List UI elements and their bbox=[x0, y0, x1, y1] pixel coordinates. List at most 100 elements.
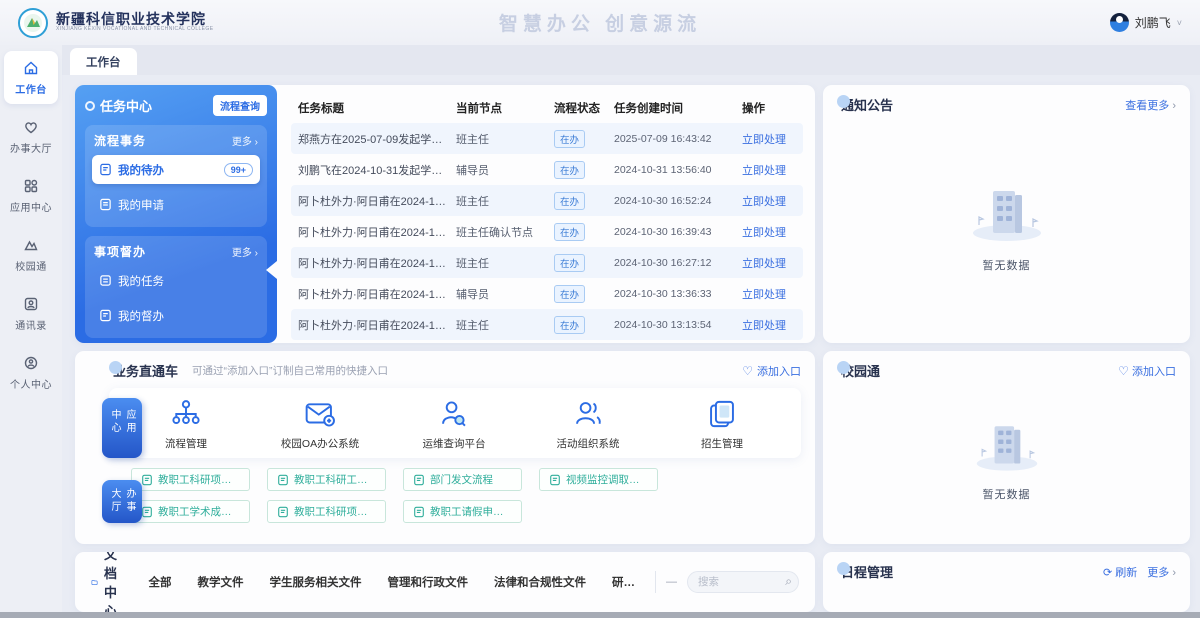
doc-tab[interactable]: 研… bbox=[612, 568, 635, 596]
service-shortcut-button[interactable]: 视频监控调取… bbox=[539, 468, 658, 491]
task-time: 2024-10-30 16:27:12 bbox=[614, 257, 732, 269]
doc-tab[interactable]: 管理和行政文件 bbox=[388, 568, 469, 596]
handle-now-link[interactable]: 立即处理 bbox=[742, 193, 796, 209]
tab-workbench[interactable]: 工作台 bbox=[70, 48, 137, 75]
sidebar-item-label: 个人中心 bbox=[10, 376, 52, 391]
sidebar-item-app-center[interactable]: 应用中心 bbox=[4, 169, 58, 222]
handle-now-link[interactable]: 立即处理 bbox=[742, 224, 796, 240]
refresh-icon: ⟳ bbox=[1103, 567, 1112, 579]
add-entry-link[interactable]: ♡ 添加入口 bbox=[1118, 363, 1176, 379]
app-header: 新疆科信职业技术学院 XINJIANG KEXIN VOCATIONAL AND… bbox=[0, 0, 1200, 45]
active-item-pointer bbox=[266, 261, 277, 279]
task-title: 刘鹏飞在2024-10-31发起学生请假审批 bbox=[298, 162, 446, 178]
service-hall-vertical-tab[interactable]: 办事大厅 bbox=[102, 480, 142, 523]
task-title: 阿卜杜外力·阿日甫在2024-10-30发起学生请假… bbox=[298, 286, 446, 302]
app-center-vertical-tab[interactable]: 应用中心 bbox=[102, 398, 142, 458]
app-ops-query[interactable]: 运维查询平台 bbox=[411, 397, 497, 451]
add-entry-link[interactable]: ♡ 添加入口 bbox=[742, 363, 801, 379]
sidebar-item-workbench[interactable]: 工作台 bbox=[4, 51, 58, 104]
status-badge: 在办 bbox=[554, 192, 585, 210]
task-node: 班主任 bbox=[456, 255, 544, 271]
task-time: 2024-10-30 13:13:54 bbox=[614, 319, 732, 331]
empty-text: 暂无数据 bbox=[983, 486, 1031, 502]
doc-center-title: 文档中心 bbox=[91, 552, 129, 612]
handle-now-link[interactable]: 立即处理 bbox=[742, 131, 796, 147]
main-content: 任务中心 流程查询 流程事务 更多 › 我的待办 99+ bbox=[62, 75, 1200, 612]
campus-panel: 校园通 ♡ 添加入口 暂无数据 bbox=[823, 351, 1190, 544]
handle-now-link[interactable]: 立即处理 bbox=[742, 255, 796, 271]
business-express-subtitle: 可通过“添加入口”订制自己常用的快捷入口 bbox=[192, 363, 388, 378]
search-input[interactable] bbox=[687, 571, 799, 593]
doc-flag-icon bbox=[99, 309, 112, 322]
mail-icon bbox=[303, 397, 337, 431]
task-time: 2024-10-30 16:39:43 bbox=[614, 226, 732, 238]
sidebar-nav: 工作台 办事大厅 应用中心 校园通 通讯录 个人中心 bbox=[0, 45, 62, 612]
sidebar-item-label: 通讯录 bbox=[15, 317, 47, 332]
my-supervision-item[interactable]: 我的督办 bbox=[92, 301, 260, 330]
task-time: 2024-10-30 13:36:33 bbox=[614, 288, 732, 300]
service-shortcut-button[interactable]: 教职工科研工… bbox=[267, 468, 386, 491]
school-logo-icon bbox=[18, 8, 48, 38]
app-campus-oa[interactable]: 校园OA办公系统 bbox=[277, 397, 363, 451]
status-badge: 在办 bbox=[554, 130, 585, 148]
task-node: 班主任确认节点 bbox=[456, 224, 544, 240]
sidebar-item-label: 工作台 bbox=[15, 81, 47, 96]
my-applications-item[interactable]: 我的申请 bbox=[92, 190, 260, 219]
tablet-icon bbox=[705, 397, 739, 431]
title-dot-icon bbox=[837, 562, 850, 575]
sidebar-item-campus[interactable]: 校园通 bbox=[4, 228, 58, 281]
view-more-link[interactable]: 查看更多 › bbox=[1125, 97, 1176, 113]
doc-send-icon bbox=[99, 198, 112, 211]
app-activity-org[interactable]: 活动组织系统 bbox=[545, 397, 631, 451]
more-link[interactable]: 更多 › bbox=[1147, 564, 1176, 580]
process-query-button[interactable]: 流程查询 bbox=[213, 95, 267, 116]
status-badge: 在办 bbox=[554, 254, 585, 272]
doc-tab[interactable]: 教学文件 bbox=[198, 568, 244, 596]
empty-illustration bbox=[959, 175, 1055, 247]
sidebar-item-service-hall[interactable]: 办事大厅 bbox=[4, 110, 58, 163]
arrow-right-icon: › bbox=[1172, 567, 1176, 579]
task-table-header: 任务标题 当前节点 流程状态 任务创建时间 操作 bbox=[291, 93, 803, 123]
my-tasks-item[interactable]: 我的任务 bbox=[92, 266, 260, 295]
handle-now-link[interactable]: 立即处理 bbox=[742, 317, 796, 333]
table-row: 阿卜杜外力·阿日甫在2024-10-30发起学生请假… 辅导员 在办 2024-… bbox=[291, 278, 803, 309]
doc-tab[interactable]: 法律和合规性文件 bbox=[494, 568, 586, 596]
task-title: 阿卜杜外力·阿日甫在2024-10-30发起学生请假… bbox=[298, 193, 446, 209]
service-shortcut-button[interactable]: 教职工请假申… bbox=[403, 500, 522, 523]
my-todo-item[interactable]: 我的待办 99+ bbox=[92, 155, 260, 184]
arrow-right-icon: › bbox=[1172, 100, 1176, 112]
doc-tab[interactable]: 全部 bbox=[149, 568, 172, 596]
group-more-link[interactable]: 更多 › bbox=[232, 244, 258, 259]
task-node: 辅导员 bbox=[456, 162, 544, 178]
sidebar-item-label: 应用中心 bbox=[10, 199, 52, 214]
user-menu[interactable]: 刘鹏飞 ˅ bbox=[1110, 13, 1182, 32]
service-shortcut-button[interactable]: 部门发文流程 bbox=[403, 468, 522, 491]
task-title: 阿卜杜外力·阿日甫在2024-10-30发起学生请假… bbox=[298, 255, 446, 271]
app-process-mgmt[interactable]: 流程管理 bbox=[143, 397, 229, 451]
handle-now-link[interactable]: 立即处理 bbox=[742, 286, 796, 302]
task-time: 2024-10-31 13:56:40 bbox=[614, 164, 732, 176]
green-doc-icon bbox=[277, 506, 289, 518]
doc-center-card: 文档中心 全部 教学文件 学生服务相关文件 管理和行政文件 法律和合规性文件 研… bbox=[75, 552, 815, 612]
group-title: 流程事务 bbox=[94, 132, 146, 149]
group-more-link[interactable]: 更多 › bbox=[232, 133, 258, 148]
service-hall-shortcuts: 教职工科研项… 教职工科研工… 部门发文流程 bbox=[109, 468, 769, 523]
task-table-body: 郑燕方在2025-07-09发起学生请假审批 班主任 在办 2025-07-09… bbox=[291, 123, 803, 340]
app-admissions[interactable]: 招生管理 bbox=[679, 397, 765, 451]
sidebar-item-contacts[interactable]: 通讯录 bbox=[4, 287, 58, 340]
collapse-dash-icon: — bbox=[666, 576, 677, 588]
doc-tab[interactable]: 学生服务相关文件 bbox=[270, 568, 362, 596]
service-shortcut-button[interactable]: 教职工科研项… bbox=[267, 500, 386, 523]
user-name: 刘鹏飞 bbox=[1135, 14, 1171, 31]
title-dot-icon bbox=[837, 95, 850, 108]
refresh-link[interactable]: ⟳ 刷新 bbox=[1103, 564, 1137, 580]
sidebar-item-personal[interactable]: 个人中心 bbox=[4, 346, 58, 399]
handle-now-link[interactable]: 立即处理 bbox=[742, 162, 796, 178]
service-shortcut-button[interactable]: 教职工学术成… bbox=[131, 500, 250, 523]
todo-count-badge: 99+ bbox=[224, 163, 253, 177]
heart-icon bbox=[23, 119, 39, 135]
green-doc-icon bbox=[413, 474, 425, 486]
service-shortcut-button[interactable]: 教职工科研项… bbox=[131, 468, 250, 491]
table-row: 刘鹏飞在2024-10-31发起学生请假审批 辅导员 在办 2024-10-31… bbox=[291, 154, 803, 185]
task-node: 班主任 bbox=[456, 193, 544, 209]
